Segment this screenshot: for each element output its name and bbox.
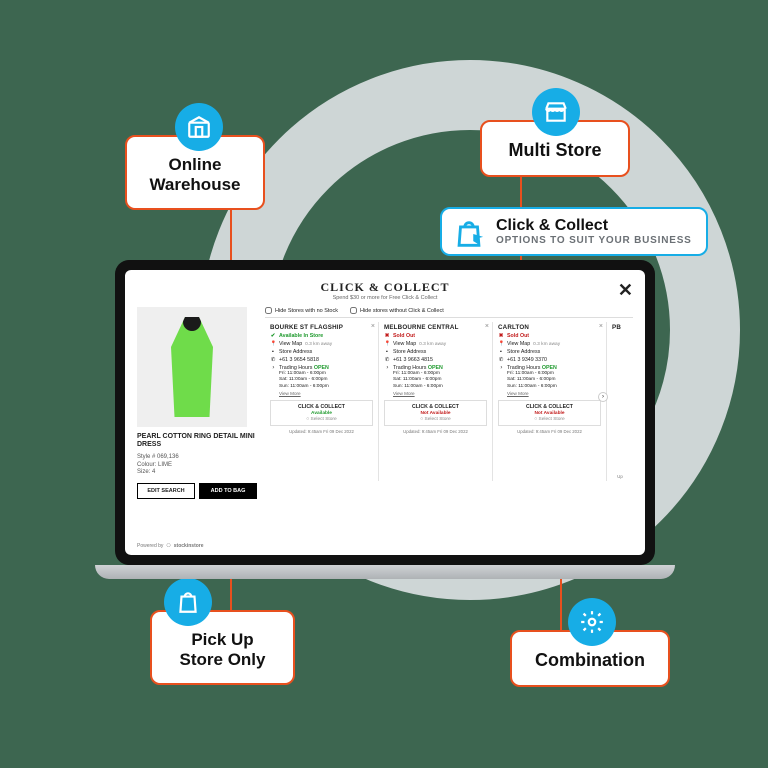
warehouse-icon xyxy=(175,103,223,151)
store-column: MELBOURNE CENTRAL×✖Sold Out📍View Map 0.3… xyxy=(379,322,493,481)
modal-subtitle: Spend $30 or more for Free Click & Colle… xyxy=(137,295,633,301)
address-icon: ▪ xyxy=(498,349,504,355)
pin-icon: 📍 xyxy=(384,341,390,347)
store-address-link[interactable]: Store Address xyxy=(393,349,426,355)
view-map-link[interactable]: View Map xyxy=(279,341,302,347)
gear-icon xyxy=(568,598,616,646)
view-more-link[interactable]: View More xyxy=(393,391,487,396)
modal-click-collect: CLICK & COLLECT Spend $30 or more for Fr… xyxy=(125,270,645,555)
trading-hours: Fri: 11:00am - 6:00pmSat: 11:00am - 6:00… xyxy=(393,371,487,390)
store-column: BOURKE ST FLAGSHIP×✔Available In Store📍V… xyxy=(265,322,379,481)
product-name: PEARL COTTON RING DETAIL MINI DRESS xyxy=(137,433,257,450)
click-collect-box: CLICK & COLLECTNot Available○ Select Sto… xyxy=(384,400,487,426)
view-more-link[interactable]: View More xyxy=(279,391,373,396)
laptop-mock: CLICK & COLLECT Spend $30 or more for Fr… xyxy=(115,260,655,579)
pin-icon: 📍 xyxy=(498,341,504,347)
trading-hours: Fri: 11:00am - 6:00pmSat: 11:00am - 6:00… xyxy=(279,371,373,390)
product-meta: Style # 069,136 Colour: LIME Size: 4 xyxy=(137,454,257,477)
store-phone[interactable]: +61 3 9663 4815 xyxy=(393,357,433,363)
phone-icon: ✆ xyxy=(498,357,504,363)
feature-label: Pick Up Store Only xyxy=(180,630,266,669)
status-icon: ✖ xyxy=(498,333,504,339)
powered-by: Powered by ⎔ stockinstore xyxy=(137,543,204,549)
edit-search-button[interactable]: EDIT SEARCH xyxy=(137,483,195,499)
feature-combination: Combination xyxy=(510,630,670,687)
phone-icon: ✆ xyxy=(270,357,276,363)
click-collect-box[interactable]: CLICK & COLLECTAvailable○ Select Store xyxy=(270,400,373,426)
close-icon[interactable]: ✕ xyxy=(618,280,633,301)
remove-store-icon[interactable]: × xyxy=(371,323,375,330)
laptop-base xyxy=(95,565,675,579)
updated-timestamp: Updated: 9:45am Fri 09 Dec 2022 xyxy=(384,429,487,434)
callout-subtitle: OPTIONS TO SUIT YOUR BUSINESS xyxy=(496,235,692,246)
view-map-link[interactable]: View Map xyxy=(393,341,416,347)
clock-icon: ◔ xyxy=(498,365,504,371)
modal-title: CLICK & COLLECT xyxy=(137,280,633,295)
clock-icon: ◔ xyxy=(384,365,390,371)
feature-pickup-store-only: Pick Up Store Only xyxy=(150,610,295,685)
feature-multi-store: Multi Store xyxy=(480,120,630,177)
view-map-link[interactable]: View Map xyxy=(507,341,530,347)
pin-icon: 📍 xyxy=(270,341,276,347)
feature-label: Combination xyxy=(535,650,645,670)
click-collect-box: CLICK & COLLECTNot Available○ Select Sto… xyxy=(498,400,601,426)
remove-store-icon[interactable]: × xyxy=(485,323,489,330)
bag-icon xyxy=(164,578,212,626)
remove-store-icon[interactable]: × xyxy=(599,323,603,330)
feature-label: Online Warehouse xyxy=(149,155,240,194)
store-address-link[interactable]: Store Address xyxy=(279,349,312,355)
store-phone[interactable]: +61 3 9654 5818 xyxy=(279,357,319,363)
address-icon: ▪ xyxy=(384,349,390,355)
store-icon xyxy=(532,88,580,136)
address-icon: ▪ xyxy=(270,349,276,355)
clock-icon: ◔ xyxy=(270,365,276,371)
callout-click-collect: Click & Collect OPTIONS TO SUIT YOUR BUS… xyxy=(440,207,708,256)
trading-hours: Fri: 11:00am - 6:00pmSat: 11:00am - 6:00… xyxy=(507,371,601,390)
filter-no-cc[interactable]: Hide stores without Click & Collect xyxy=(350,307,444,314)
store-column: CARLTON×✖Sold Out📍View Map 0.3 km away▪S… xyxy=(493,322,607,481)
store-name: CARLTON xyxy=(498,324,601,331)
add-to-bag-button[interactable]: ADD TO BAG xyxy=(199,483,257,499)
product-image xyxy=(137,307,247,427)
feature-label: Multi Store xyxy=(509,140,602,160)
pin-icon: ⎔ xyxy=(166,543,170,549)
phone-icon: ✆ xyxy=(384,357,390,363)
status-icon: ✔ xyxy=(270,333,276,339)
store-phone[interactable]: +61 3 9349 3370 xyxy=(507,357,547,363)
updated-timestamp: Updated: 9:45am Fri 09 Dec 2022 xyxy=(498,429,601,434)
store-column-peek: PBUp xyxy=(607,322,633,481)
bag-cursor-icon xyxy=(452,217,486,251)
updated-timestamp: Updated: 9:45am Fri 09 Dec 2022 xyxy=(270,429,373,434)
filter-no-stock[interactable]: Hide Stores with no Stock xyxy=(265,307,338,314)
callout-title: Click & Collect xyxy=(496,217,692,235)
status-icon: ✖ xyxy=(384,333,390,339)
feature-online-warehouse: Online Warehouse xyxy=(125,135,265,210)
store-name: MELBOURNE CENTRAL xyxy=(384,324,487,331)
store-name: BOURKE ST FLAGSHIP xyxy=(270,324,373,331)
view-more-link[interactable]: View More xyxy=(507,391,601,396)
store-address-link[interactable]: Store Address xyxy=(507,349,540,355)
stock-status: Sold Out xyxy=(507,333,529,339)
stock-status: Sold Out xyxy=(393,333,415,339)
stock-status: Available In Store xyxy=(279,333,323,339)
